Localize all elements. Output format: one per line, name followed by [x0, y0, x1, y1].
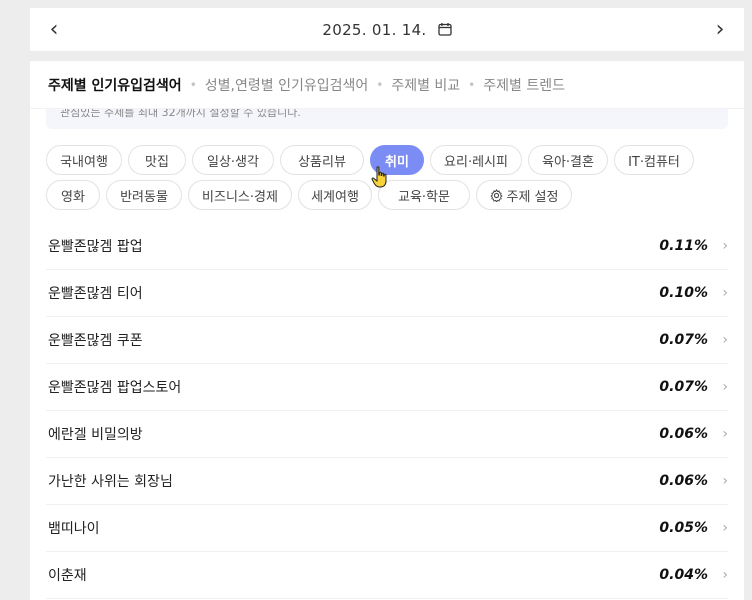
settings-chip-label: 주제 설정: [506, 189, 559, 205]
keyword-text: 에란겔 비밀의방: [48, 427, 143, 443]
keyword-percent: 0.07%: [659, 379, 708, 395]
keyword-text: 가난한 사위는 회장님: [48, 474, 173, 490]
tab-2[interactable]: 주제별 비교: [391, 75, 460, 95]
keyword-row[interactable]: 이춘재 0.04% ›: [46, 552, 728, 599]
prev-date-button[interactable]: ‹: [34, 8, 74, 51]
tab-0[interactable]: 주제별 인기유입검색어: [48, 75, 182, 95]
keyword-text: 뱀띠나이: [48, 521, 100, 537]
chevron-right-icon: ›: [722, 332, 728, 348]
keyword-percent: 0.06%: [659, 426, 708, 442]
keyword-row[interactable]: 뱀띠나이 0.05% ›: [46, 505, 728, 552]
keyword-row[interactable]: 운빨존많겜 티어 0.10% ›: [46, 270, 728, 317]
chevron-right-icon: ›: [722, 473, 728, 489]
tab-separator: •: [376, 77, 384, 92]
topic-chip[interactable]: IT·컴퓨터: [614, 145, 694, 175]
keyword-percent: 0.06%: [659, 473, 708, 489]
keyword-text: 운빨존많겜 쿠폰: [48, 333, 143, 349]
keyword-panel: 주제별 인기유입검색어 • 성별,연령별 인기유입검색어 • 주제별 비교 • 주제별 트렌…: [30, 61, 744, 600]
calendar-icon: [437, 23, 452, 36]
chevron-right-icon: ›: [722, 238, 728, 254]
tab-1[interactable]: 성별,연령별 인기유입검색어: [205, 75, 368, 95]
keyword-row[interactable]: 에란겔 비밀의방 0.06% ›: [46, 411, 728, 458]
notice-text: 관심있는 주제를 최대 32개까지 설정할 수 있습니다.: [46, 109, 728, 129]
topic-chip[interactable]: 육아·결혼: [528, 145, 608, 175]
keyword-percent: 0.11%: [659, 238, 708, 254]
topic-chip[interactable]: 세계여행: [298, 180, 372, 210]
chevron-right-icon: ›: [722, 379, 728, 395]
topic-chip[interactable]: 국내여행: [46, 145, 122, 175]
keyword-text: 운빨존많겜 티어: [48, 286, 143, 302]
tab-bar: 주제별 인기유입검색어 • 성별,연령별 인기유입검색어 • 주제별 비교 • 주제별 트렌…: [30, 61, 744, 109]
topic-chip[interactable]: 요리·레시피: [430, 145, 522, 175]
gear-icon: [489, 188, 503, 202]
chevron-right-icon: ›: [722, 426, 728, 442]
topic-chip[interactable]: 일상·생각: [192, 145, 274, 175]
keyword-row[interactable]: 운빨존많겜 팝업스토어 0.07% ›: [46, 364, 728, 411]
chevron-right-icon: ›: [722, 567, 728, 583]
chevron-right-icon: ›: [722, 285, 728, 301]
date-navigator: ‹ 2025. 01. 14. ›: [30, 8, 744, 51]
keyword-list: 운빨존많겜 팝업 0.11% › 운빨존많겜 티어 0.10% › 운빨존많겜 쿠폰 0.07…: [30, 223, 744, 599]
keyword-percent: 0.05%: [659, 520, 708, 536]
topic-chip[interactable]: 교육·학문: [378, 180, 470, 210]
topic-chip[interactable]: 영화: [46, 180, 100, 210]
keyword-percent: 0.04%: [659, 567, 708, 583]
topic-chip[interactable]: 상품리뷰: [280, 145, 364, 175]
keyword-percent: 0.10%: [659, 285, 708, 301]
topic-chip[interactable]: 비즈니스·경제: [188, 180, 292, 210]
topic-settings-button[interactable]: 주제 설정: [476, 180, 572, 210]
tab-separator: •: [189, 77, 197, 92]
keyword-percent: 0.07%: [659, 332, 708, 348]
keyword-text: 운빨존많겜 팝업스토어: [48, 380, 182, 396]
keyword-row[interactable]: 가난한 사위는 회장님 0.06% ›: [46, 458, 728, 505]
tab-3[interactable]: 주제별 트렌드: [483, 75, 565, 95]
tab-separator: •: [468, 77, 476, 92]
keyword-text: 이춘재: [48, 568, 87, 584]
keyword-text: 운빨존많겜 팝업: [48, 239, 143, 255]
keyword-row[interactable]: 운빨존많겜 팝업 0.11% ›: [46, 223, 728, 270]
date-text: 2025. 01. 14.: [322, 21, 427, 39]
hand-pointer-icon: [371, 166, 387, 188]
keyword-row[interactable]: 운빨존많겜 쿠폰 0.07% ›: [46, 317, 728, 364]
topic-chip[interactable]: 반려동물: [106, 180, 182, 210]
next-date-button[interactable]: ›: [700, 8, 740, 51]
topic-chip[interactable]: 맛집: [128, 145, 186, 175]
date-display[interactable]: 2025. 01. 14.: [322, 20, 452, 39]
chevron-right-icon: ›: [722, 520, 728, 536]
